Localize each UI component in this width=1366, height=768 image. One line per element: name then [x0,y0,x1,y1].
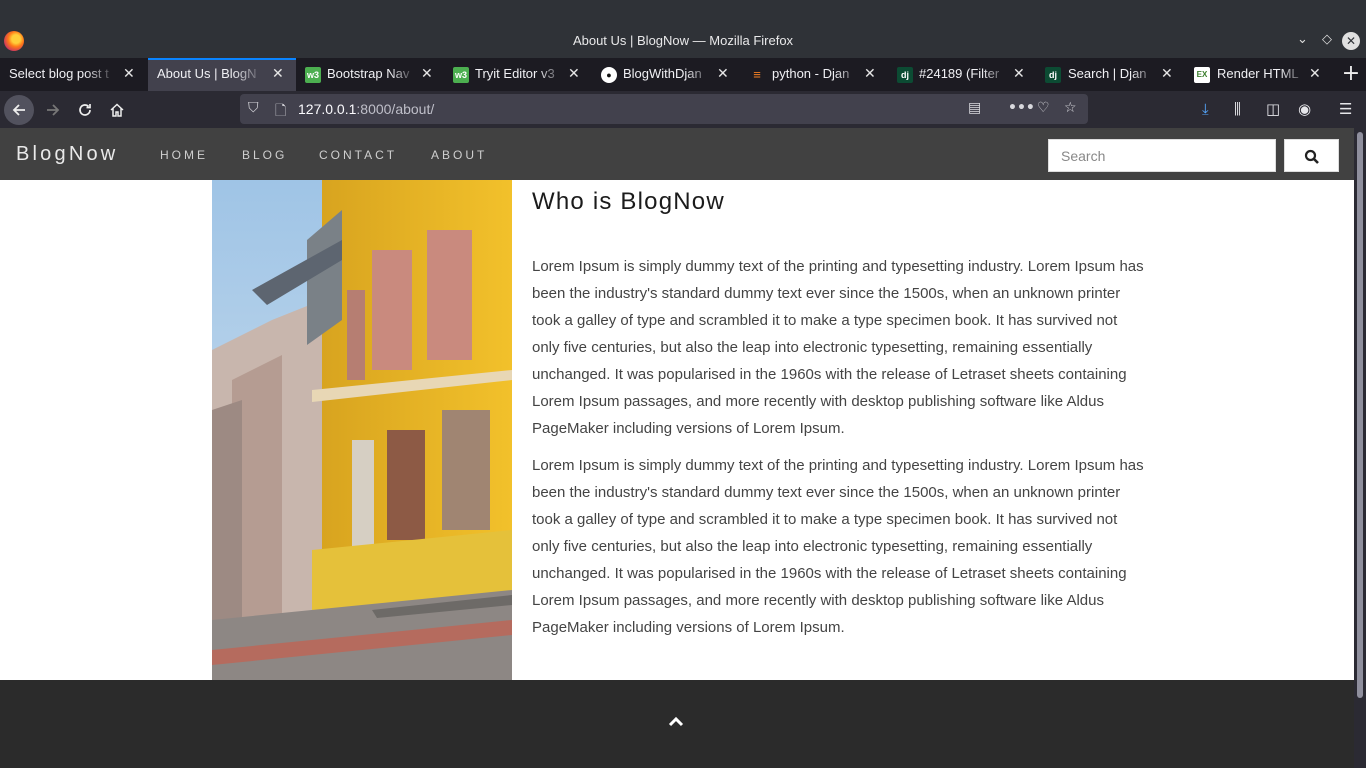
tab-label: About Us | BlogN [157,66,257,81]
page-viewport: BlogNow HOME BLOG CONTACT ABOUT Search W… [0,128,1354,768]
account-icon[interactable]: ◉ [1298,100,1311,118]
tab-close-icon[interactable]: ✕ [1161,65,1173,82]
back-button[interactable] [4,95,34,125]
stackoverflow-icon: ≡ [753,67,761,82]
github-icon: ● [601,67,617,83]
tab-close-icon[interactable]: ✕ [272,65,284,82]
site-footer [0,680,1354,768]
minimize-icon[interactable]: ⌄ [1297,32,1308,47]
tab-render-html[interactable]: EX Render HTML ✕ [1184,58,1332,91]
url-path: :8000/about/ [356,101,435,117]
hamburger-menu-icon[interactable]: ☰ [1339,100,1352,118]
search-icon [1304,149,1319,164]
download-icon[interactable]: ⤓ [1202,100,1209,118]
tab-about-us[interactable]: About Us | BlogN ✕ [148,58,296,91]
tab-tryit-editor[interactable]: w3 Tryit Editor v3 ✕ [444,58,592,91]
tab-close-icon[interactable]: ✕ [717,65,729,82]
tab-label: #24189 (Filter [919,66,1000,81]
page-icon: 🗋 [275,103,287,119]
tab-label: Render HTML [1217,66,1299,81]
browser-toolbar: ⛉ 🗋 127.0.0.1:8000/about/ ▤ ••• ♡ ☆ ⤓ ⫼ … [0,91,1366,128]
tab-close-icon[interactable]: ✕ [1013,65,1025,82]
reload-icon [79,104,91,116]
chevron-up-icon[interactable] [667,716,685,728]
url-host: 127.0.0.1 [298,101,357,117]
about-photo [212,180,512,680]
window-close-button[interactable]: ✕ [1342,32,1360,50]
w3schools-favicon-icon: w3 [453,67,469,83]
sidebar-icon[interactable]: ◫ [1266,100,1280,118]
url-text[interactable]: 127.0.0.1:8000/about/ [298,101,434,117]
nav-about[interactable]: ABOUT [431,148,487,162]
tab-django-ticket[interactable]: dj #24189 (Filter ✕ [888,58,1036,91]
tab-close-icon[interactable]: ✕ [421,65,433,82]
render-favicon-icon: EX [1194,67,1210,83]
about-paragraph: Lorem Ipsum is simply dummy text of the … [532,258,1144,437]
site-brand[interactable]: BlogNow [16,143,118,166]
tab-label: python - Djan [772,66,850,81]
library-icon[interactable]: ⫼ [1234,100,1241,118]
arrow-right-icon [47,104,60,116]
shield-icon[interactable]: ⛉ [248,100,259,116]
w3schools-favicon-icon: w3 [305,67,321,83]
reload-button[interactable] [70,95,100,125]
tab-label: Tryit Editor v3 [475,66,555,81]
tab-bootstrap-nav[interactable]: w3 Bootstrap Nav ✕ [296,58,444,91]
search-button[interactable] [1284,139,1339,172]
home-icon [110,103,124,117]
window-titlebar: About Us | BlogNow — Mozilla Firefox ⌄ ◇… [0,0,1366,58]
tab-label: Search | Djan [1068,66,1147,81]
tab-label: Select blog post t [9,66,109,81]
bookmark-star-icon[interactable]: ☆ [1064,100,1077,116]
window-title: About Us | BlogNow — Mozilla Firefox [572,33,794,48]
tab-close-icon[interactable]: ✕ [864,65,876,82]
tab-close-icon[interactable]: ✕ [1309,65,1321,82]
search-input[interactable] [1048,139,1276,172]
tab-label: Bootstrap Nav [327,66,410,81]
street-building-image [212,180,512,680]
forward-button[interactable] [38,95,68,125]
nav-blog[interactable]: BLOG [242,148,287,162]
reader-view-icon[interactable]: ▤ [968,100,981,116]
tab-close-icon[interactable]: ✕ [123,65,135,82]
tab-close-icon[interactable]: ✕ [568,65,580,82]
django-favicon-icon: dj [897,67,913,83]
url-bar[interactable]: ⛉ 🗋 127.0.0.1:8000/about/ ▤ ••• ♡ ☆ [240,94,1088,124]
tab-python-django-stackoverflow[interactable]: ≡ python - Djan ✕ [740,58,888,91]
page-scrollbar[interactable] [1354,128,1366,768]
arrow-left-icon [12,104,25,116]
tab-label: BlogWithDjan [623,66,702,81]
site-navbar: BlogNow HOME BLOG CONTACT ABOUT [0,128,1354,180]
django-favicon-icon: dj [1045,67,1061,83]
pocket-icon[interactable]: ♡ [1037,100,1050,116]
more-actions-icon[interactable]: ••• [1008,100,1035,116]
new-tab-button[interactable]: + [1340,58,1362,91]
page-title: Who is BlogNow [532,188,725,215]
tab-blogwithdjango-github[interactable]: ● BlogWithDjan ✕ [592,58,740,91]
tab-select-blog-post[interactable]: Select blog post t ✕ [0,58,148,91]
scrollbar-thumb[interactable] [1357,132,1363,698]
nav-home[interactable]: HOME [160,148,208,162]
tab-strip: Select blog post t ✕ About Us | BlogN ✕ … [0,58,1366,91]
about-paragraph: Lorem Ipsum is simply dummy text of the … [532,457,1144,636]
tab-search-django[interactable]: dj Search | Djan ✕ [1036,58,1184,91]
maximize-icon[interactable]: ◇ [1322,32,1332,47]
nav-contact[interactable]: CONTACT [319,148,397,162]
home-button[interactable] [102,95,132,125]
